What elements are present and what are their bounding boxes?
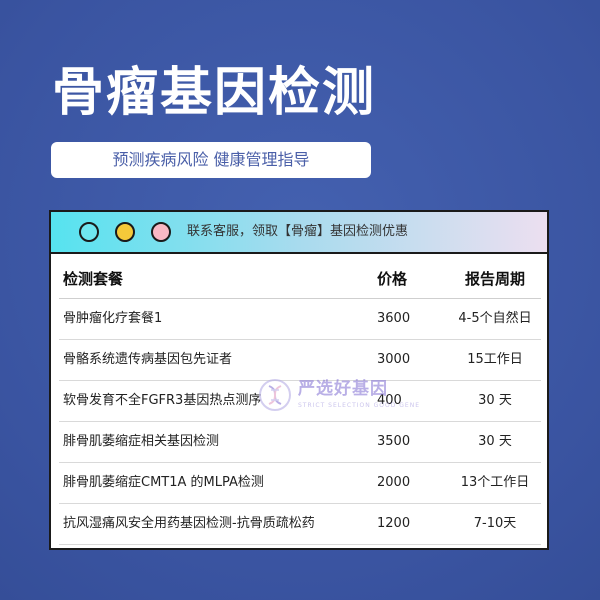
window-dot-cyan-icon <box>79 222 99 242</box>
report-period: 15工作日 <box>467 352 523 367</box>
table-row: 软骨发育不全FGFR3基因热点测序 400 30 天 <box>59 381 541 422</box>
package-price: 3000 <box>377 352 411 367</box>
package-name: 腓骨肌萎缩症CMT1A 的MLPA检测 <box>63 475 264 490</box>
package-price: 2000 <box>377 475 411 490</box>
report-period: 30 天 <box>478 393 512 408</box>
report-period: 7-10天 <box>473 516 517 531</box>
subtitle-badge: 预测疾病风险 健康管理指导 <box>51 142 371 178</box>
price-table: 检测套餐 价格 报告周期 骨肿瘤化疗套餐1 3600 4-5个自然日 骨骼系统遗… <box>59 260 541 545</box>
package-price: 400 <box>377 393 402 408</box>
package-name: 骨肿瘤化疗套餐1 <box>63 311 163 326</box>
table-row: 抗风湿痛风安全用药基因检测-抗骨质疏松药 1200 7-10天 <box>59 504 541 545</box>
package-price: 3600 <box>377 311 411 326</box>
report-period: 4-5个自然日 <box>458 311 532 326</box>
table-row: 腓骨肌萎缩症相关基因检测 3500 30 天 <box>59 422 541 463</box>
column-header-period: 报告周期 <box>464 270 525 288</box>
package-name: 腓骨肌萎缩症相关基因检测 <box>63 434 220 449</box>
card-header-bar: 联系客服，领取【骨瘤】基因检测优惠 <box>51 212 547 254</box>
table-row: 骨肿瘤化疗套餐1 3600 4-5个自然日 <box>59 299 541 340</box>
package-name: 抗风湿痛风安全用药基因检测-抗骨质疏松药 <box>63 516 315 531</box>
table-row: 骨骼系统遗传病基因包先证者 3000 15工作日 <box>59 340 541 381</box>
contact-promo-text: 联系客服，领取【骨瘤】基因检测优惠 <box>187 224 409 239</box>
package-name: 软骨发育不全FGFR3基因热点测序 <box>63 393 262 408</box>
window-dot-pink-icon <box>151 222 171 242</box>
price-table-card: 联系客服，领取【骨瘤】基因检测优惠 检测套餐 价格 报告周期 骨肿瘤化疗套餐1 … <box>49 210 549 550</box>
page-title: 骨瘤基因检测 <box>52 63 377 123</box>
report-period: 13个工作日 <box>460 475 530 490</box>
table-header-row: 检测套餐 价格 报告周期 <box>59 260 541 299</box>
package-price: 1200 <box>377 516 411 531</box>
report-period: 30 天 <box>478 434 512 449</box>
package-price: 3500 <box>377 434 411 449</box>
column-header-package: 检测套餐 <box>63 270 124 288</box>
table-row: 腓骨肌萎缩症CMT1A 的MLPA检测 2000 13个工作日 <box>59 463 541 504</box>
column-header-price: 价格 <box>377 270 408 288</box>
package-name: 骨骼系统遗传病基因包先证者 <box>63 352 233 367</box>
window-dot-yellow-icon <box>115 222 135 242</box>
